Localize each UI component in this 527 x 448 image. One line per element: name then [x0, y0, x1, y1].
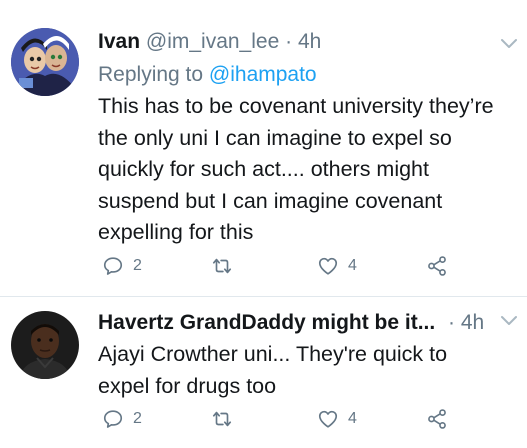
- reply-count: 2: [133, 257, 142, 274]
- tweet-havertz[interactable]: Havertz GrandDaddy might be it... · 4h A…: [0, 297, 527, 448]
- handle[interactable]: @im_ivan_lee: [146, 30, 279, 53]
- like-button[interactable]: 4: [317, 251, 357, 281]
- display-name[interactable]: Havertz GrandDaddy might be it...: [98, 311, 435, 334]
- tweet-text-line: suspend but I can imagine covenant: [98, 188, 443, 213]
- display-name[interactable]: Ivan: [98, 30, 140, 53]
- tweet-text-line: Ajayi Crowther uni... They're quick to: [98, 342, 448, 366]
- replying-prefix: Replying to: [98, 63, 209, 86]
- timestamp[interactable]: 4h: [461, 311, 484, 334]
- share-icon: [428, 256, 446, 276]
- like-count: 4: [348, 410, 357, 427]
- retweet-icon: [212, 258, 232, 274]
- timestamp[interactable]: 4h: [298, 30, 321, 53]
- reply-button[interactable]: 2: [102, 404, 142, 434]
- tweet-text: This has to be covenant university they’…: [98, 91, 518, 249]
- chevron-down-icon[interactable]: [498, 32, 520, 54]
- share-icon: [428, 409, 446, 429]
- tweet-header: Ivan @im_ivan_lee · 4h: [98, 28, 321, 56]
- reply-count: 2: [133, 410, 142, 427]
- comment-icon: [103, 257, 123, 275]
- share-button[interactable]: [426, 404, 448, 434]
- heart-icon: [318, 410, 338, 428]
- tweet-header: Havertz GrandDaddy might be it... · 4h: [98, 309, 498, 337]
- like-button[interactable]: 4: [317, 404, 357, 434]
- share-button[interactable]: [426, 251, 448, 281]
- avatar[interactable]: [11, 311, 79, 379]
- comment-icon: [103, 410, 123, 428]
- like-count: 4: [348, 257, 357, 274]
- tweet-text-line: This has to be covenant university they’…: [98, 94, 494, 118]
- retweet-icon: [212, 411, 232, 427]
- retweet-button[interactable]: [211, 251, 233, 281]
- tweet-text: Ajayi Crowther uni... They're quick to e…: [98, 339, 518, 402]
- tweet-text-line: quickly for such act.... others might: [98, 157, 429, 181]
- mention-link[interactable]: @ihampato: [209, 63, 317, 86]
- action-bar: 2 4: [98, 251, 518, 281]
- time-block: · 4h: [448, 309, 484, 337]
- tweet-text-line: expel for drugs too: [98, 373, 277, 398]
- heart-icon: [318, 257, 338, 275]
- tweet-text-line: the only uni I can imagine to expel so: [98, 125, 452, 150]
- avatar[interactable]: [11, 28, 79, 96]
- reply-button[interactable]: 2: [102, 251, 142, 281]
- tweet-ivan[interactable]: Ivan @im_ivan_lee · 4h Replying to @iham…: [0, 0, 527, 296]
- action-bar: 2 4: [98, 404, 518, 434]
- retweet-button[interactable]: [211, 404, 233, 434]
- separator-dot: ·: [285, 30, 293, 53]
- chevron-down-icon[interactable]: [498, 309, 520, 331]
- replying-to: Replying to @ihampato: [98, 61, 317, 89]
- tweet-text-line: expelling for this: [98, 220, 254, 244]
- separator-dot: ·: [448, 311, 455, 334]
